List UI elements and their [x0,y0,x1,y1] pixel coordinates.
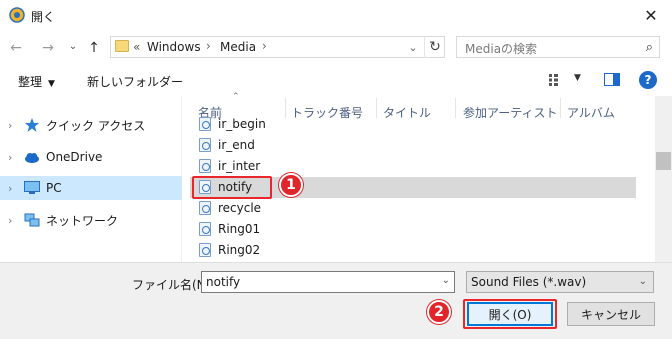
breadcrumb-media[interactable]: Media [220,40,256,54]
vertical-scrollbar[interactable] [655,96,672,262]
address-bar[interactable]: « Windows › Media › [110,36,445,58]
sidebar-item-label: PC [46,181,62,195]
file-row[interactable]: recycle [190,198,636,219]
audio-file-icon [199,243,211,257]
file-row[interactable]: ir_inter [190,156,636,177]
close-icon[interactable]: ✕ [634,2,668,28]
sidebar-item-label: クイック アクセス [46,118,146,133]
audio-file-icon [199,117,211,131]
sidebar-item-label: OneDrive [46,150,103,164]
file-name: ir_begin [218,117,266,131]
monitor-icon [24,181,40,194]
search-placeholder: Mediaの検索 [465,42,538,56]
chevron-right-icon[interactable]: › [8,214,12,227]
file-name: Ring02 [218,243,261,257]
filename-input[interactable]: notify ⌄ [201,271,455,293]
sidebar-item-pc[interactable]: › PC [0,176,182,200]
window-title: 開く [31,10,56,24]
filetype-value: Sound Files (*.wav) [471,275,587,289]
network-icon [24,213,40,227]
file-row[interactable]: ir_begin [190,114,636,135]
up-arrow-icon[interactable]: ↑ [84,38,104,58]
filetype-select[interactable]: Sound Files (*.wav) ⌄ [466,271,654,293]
audio-file-icon [199,159,211,173]
forward-arrow-icon[interactable]: → [38,38,58,58]
chevron-right-icon[interactable]: › [8,151,12,164]
audio-file-icon [199,201,211,215]
scrollbar-thumb[interactable] [656,152,671,170]
chevron-down-icon[interactable]: ⌄ [639,276,647,287]
sidebar-item-label: ネットワーク [46,213,119,228]
breadcrumb-separator[interactable]: › [206,39,211,53]
view-options-icon[interactable] [549,74,567,86]
file-name: ir_end [218,138,255,152]
file-name: recycle [218,201,262,215]
title-bar [0,0,672,30]
organize-label: 整理 [18,75,43,89]
organize-button[interactable]: 整理 ▼ [18,73,55,90]
file-name: Ring01 [218,222,261,236]
chevron-down-icon[interactable]: ⌄ [442,275,450,286]
new-folder-button[interactable]: 新しいフォルダー [87,73,183,90]
folder-icon [115,40,129,52]
search-box[interactable]: Mediaの検索 ⌕ [456,36,660,58]
view-options-caret-icon[interactable]: ▼ [574,73,581,83]
help-icon[interactable]: ? [639,71,657,89]
chevron-right-icon[interactable]: › [8,119,12,132]
sidebar-item-network[interactable]: › ネットワーク [0,208,182,232]
sidebar-item-quick-access[interactable]: › クイック アクセス [0,113,182,137]
address-dropdown-chevron-icon[interactable]: ⌄ [403,36,423,58]
step-2-badge: 2 [427,300,451,324]
filename-value: notify [206,275,241,289]
step-1-badge: 1 [279,173,303,197]
file-name: ir_inter [218,159,261,173]
preview-pane-icon[interactable] [604,73,620,86]
caret-down-icon: ▼ [48,79,55,89]
cloud-icon [25,153,39,163]
open-button[interactable]: 開く(O) [467,302,553,326]
breadcrumb-windows[interactable]: Windows [147,40,201,54]
sort-ascending-icon: ⌃ [232,92,240,102]
back-arrow-icon[interactable]: ← [6,38,26,58]
breadcrumb-separator[interactable]: › [262,39,267,53]
selection-highlight-annotation [192,176,272,199]
star-icon [25,118,39,132]
recent-locations-chevron-icon[interactable]: ⌄ [63,36,83,56]
cancel-button[interactable]: キャンセル [567,302,655,326]
file-row[interactable]: ir_end [190,135,636,156]
refresh-icon[interactable]: ↻ [424,36,445,58]
audio-file-icon [199,138,211,152]
sidebar-item-onedrive[interactable]: › OneDrive [0,145,182,169]
file-row[interactable]: Ring02 [190,240,636,261]
search-icon[interactable]: ⌕ [646,40,653,55]
audio-file-icon [199,222,211,236]
file-row[interactable]: Ring01 [190,219,636,240]
app-icon [9,7,25,23]
chevron-right-icon[interactable]: › [8,182,12,195]
breadcrumb-overflow[interactable]: « [133,40,140,54]
